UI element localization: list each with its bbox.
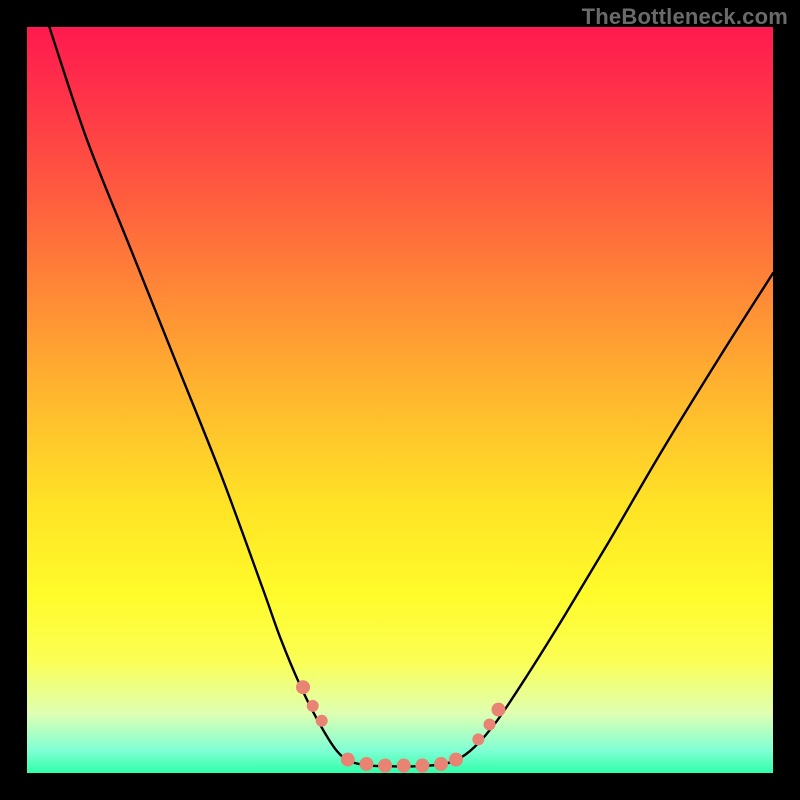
valley-markers <box>296 680 505 772</box>
valley-marker <box>491 703 505 717</box>
valley-marker <box>415 759 429 773</box>
valley-marker <box>378 759 392 773</box>
valley-marker <box>341 753 355 767</box>
valley-marker <box>397 759 411 773</box>
plot-area <box>27 27 773 773</box>
bottleneck-curve <box>49 27 773 766</box>
chart-frame: TheBottleneck.com <box>0 0 800 800</box>
valley-marker <box>449 753 463 767</box>
curve-layer <box>27 27 773 773</box>
valley-marker <box>316 715 328 727</box>
valley-marker <box>307 700 319 712</box>
valley-marker <box>359 757 373 771</box>
valley-marker <box>484 719 496 731</box>
valley-marker <box>434 757 448 771</box>
valley-marker <box>296 680 310 694</box>
watermark-text: TheBottleneck.com <box>582 4 788 30</box>
valley-marker <box>472 733 484 745</box>
